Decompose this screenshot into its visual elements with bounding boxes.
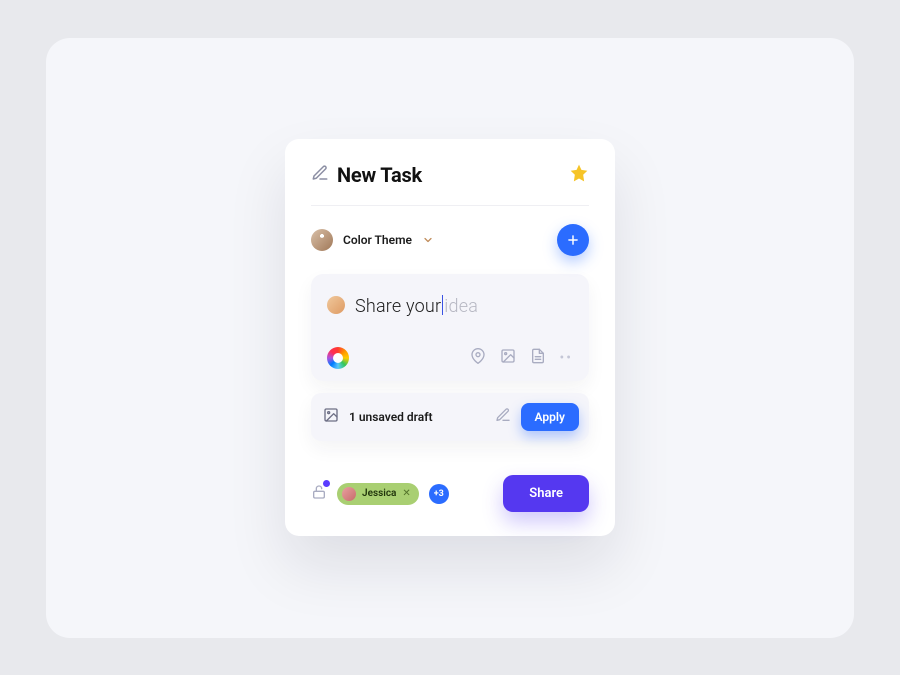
footer-left: Jessica ✕ +3	[311, 483, 449, 505]
draft-label: 1 unsaved draft	[349, 410, 485, 424]
new-task-card: New Task Color Theme Share you	[285, 139, 615, 536]
star-icon[interactable]	[569, 163, 589, 187]
composer-avatar	[327, 296, 345, 314]
pencil-icon[interactable]	[311, 164, 329, 186]
composer-typed-text: Share your	[355, 296, 441, 317]
theme-label: Color Theme	[343, 233, 412, 247]
chevron-down-icon	[422, 231, 434, 250]
app-frame: New Task Color Theme Share you	[46, 38, 854, 638]
add-button[interactable]	[557, 224, 589, 256]
title-group: New Task	[311, 163, 422, 187]
tool-icon-group: ••	[470, 348, 573, 368]
notification-dot	[323, 480, 330, 487]
idea-composer: Share your idea ••	[311, 274, 589, 381]
draft-row: 1 unsaved draft Apply	[311, 393, 589, 441]
chip-remove-icon[interactable]: ✕	[402, 488, 410, 499]
edit-draft-icon[interactable]	[495, 407, 511, 427]
share-button[interactable]: Share	[503, 475, 589, 512]
draft-image-icon	[323, 407, 339, 427]
text-caret	[442, 295, 443, 315]
chip-avatar	[342, 487, 356, 501]
location-icon[interactable]	[470, 348, 486, 368]
composer-placeholder-tail: idea	[444, 296, 478, 317]
more-members-badge[interactable]: +3	[429, 484, 449, 504]
document-icon[interactable]	[530, 348, 546, 368]
card-header: New Task	[311, 163, 589, 206]
image-icon[interactable]	[500, 348, 516, 368]
composer-input[interactable]: Share your idea	[355, 292, 478, 317]
composer-toolbar: ••	[327, 347, 573, 369]
theme-row: Color Theme	[311, 224, 589, 256]
apply-button[interactable]: Apply	[521, 403, 579, 431]
more-icon[interactable]: ••	[560, 350, 573, 366]
theme-selector[interactable]: Color Theme	[311, 229, 434, 251]
card-footer: Jessica ✕ +3 Share	[311, 475, 589, 512]
user-avatar	[311, 229, 333, 251]
color-wheel-icon[interactable]	[327, 347, 349, 369]
composer-input-row[interactable]: Share your idea	[327, 292, 573, 317]
user-chip[interactable]: Jessica ✕	[337, 483, 419, 505]
card-title: New Task	[337, 163, 422, 187]
lock-icon[interactable]	[311, 483, 327, 505]
chip-name: Jessica	[362, 488, 396, 499]
